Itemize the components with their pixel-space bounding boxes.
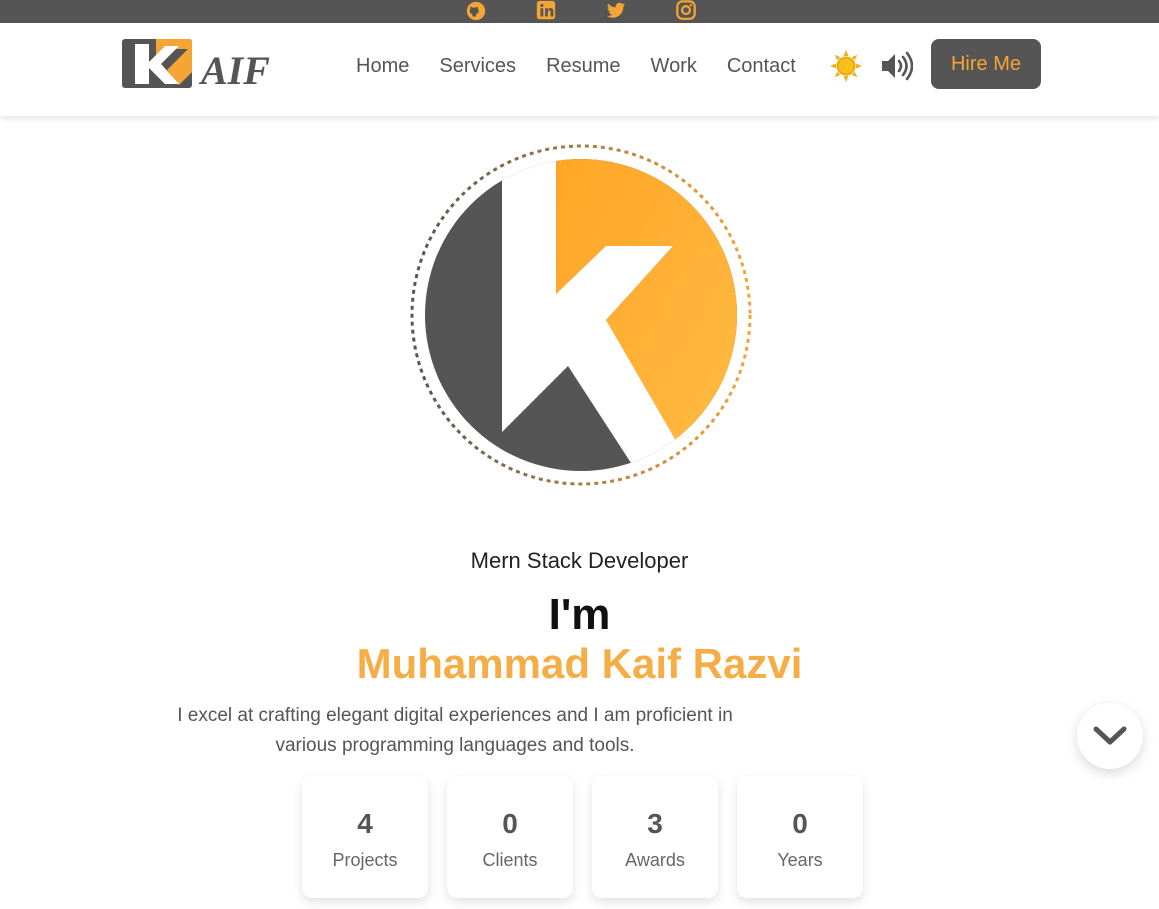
stat-value: 0 [792, 808, 808, 839]
stat-card-clients: 0 Clients [447, 776, 573, 898]
nav-work[interactable]: Work [651, 55, 697, 78]
main-nav: Home Services Resume Work Contact [356, 55, 826, 78]
stat-label: Awards [625, 850, 685, 870]
stat-value: 4 [357, 808, 373, 839]
logo-text: AIF [198, 48, 270, 90]
kaif-avatar-logo-icon [410, 144, 752, 486]
stat-label: Clients [482, 850, 538, 870]
volume-icon [882, 51, 914, 81]
hero-description: I excel at crafting elegant digital expe… [177, 705, 733, 756]
kaif-logo-icon: AIF [122, 39, 270, 93]
scroll-down-button[interactable] [1077, 703, 1143, 769]
site-header: AIF Home Services Resume Work Contact Hi… [0, 23, 1159, 116]
nav-resume[interactable]: Resume [546, 55, 620, 78]
stat-card-projects: 4 Projects [302, 776, 428, 898]
chevron-down-icon [1093, 726, 1127, 745]
stat-value: 3 [647, 808, 663, 839]
github-link[interactable] [464, 0, 488, 23]
stat-card-awards: 3 Awards [592, 776, 718, 898]
stat-value: 0 [502, 808, 518, 839]
intro-heading: I'm [548, 590, 611, 639]
linkedin-link[interactable] [534, 0, 558, 23]
nav-services[interactable]: Services [439, 55, 516, 78]
linkedin-icon [536, 0, 556, 20]
hire-me-button[interactable]: Hire Me [931, 39, 1041, 89]
nav-contact[interactable]: Contact [727, 55, 796, 78]
twitter-icon [606, 2, 626, 18]
sound-toggle-button[interactable] [879, 51, 914, 81]
hero-name: Muhammad Kaif Razvi [356, 640, 803, 687]
stat-label: Years [777, 850, 823, 870]
social-bar [0, 0, 1159, 23]
stat-card-years: 0 Years [737, 776, 863, 898]
theme-toggle-button[interactable] [829, 49, 863, 83]
profile-avatar [410, 144, 752, 486]
stat-label: Projects [332, 850, 398, 870]
instagram-icon [676, 0, 696, 20]
nav-home[interactable]: Home [356, 55, 409, 78]
brand-logo[interactable]: AIF [121, 38, 326, 93]
sun-icon [830, 50, 862, 82]
instagram-link[interactable] [674, 0, 698, 23]
twitter-link[interactable] [604, 0, 628, 23]
role-title: Mern Stack Developer [470, 548, 689, 573]
github-icon [466, 1, 486, 21]
